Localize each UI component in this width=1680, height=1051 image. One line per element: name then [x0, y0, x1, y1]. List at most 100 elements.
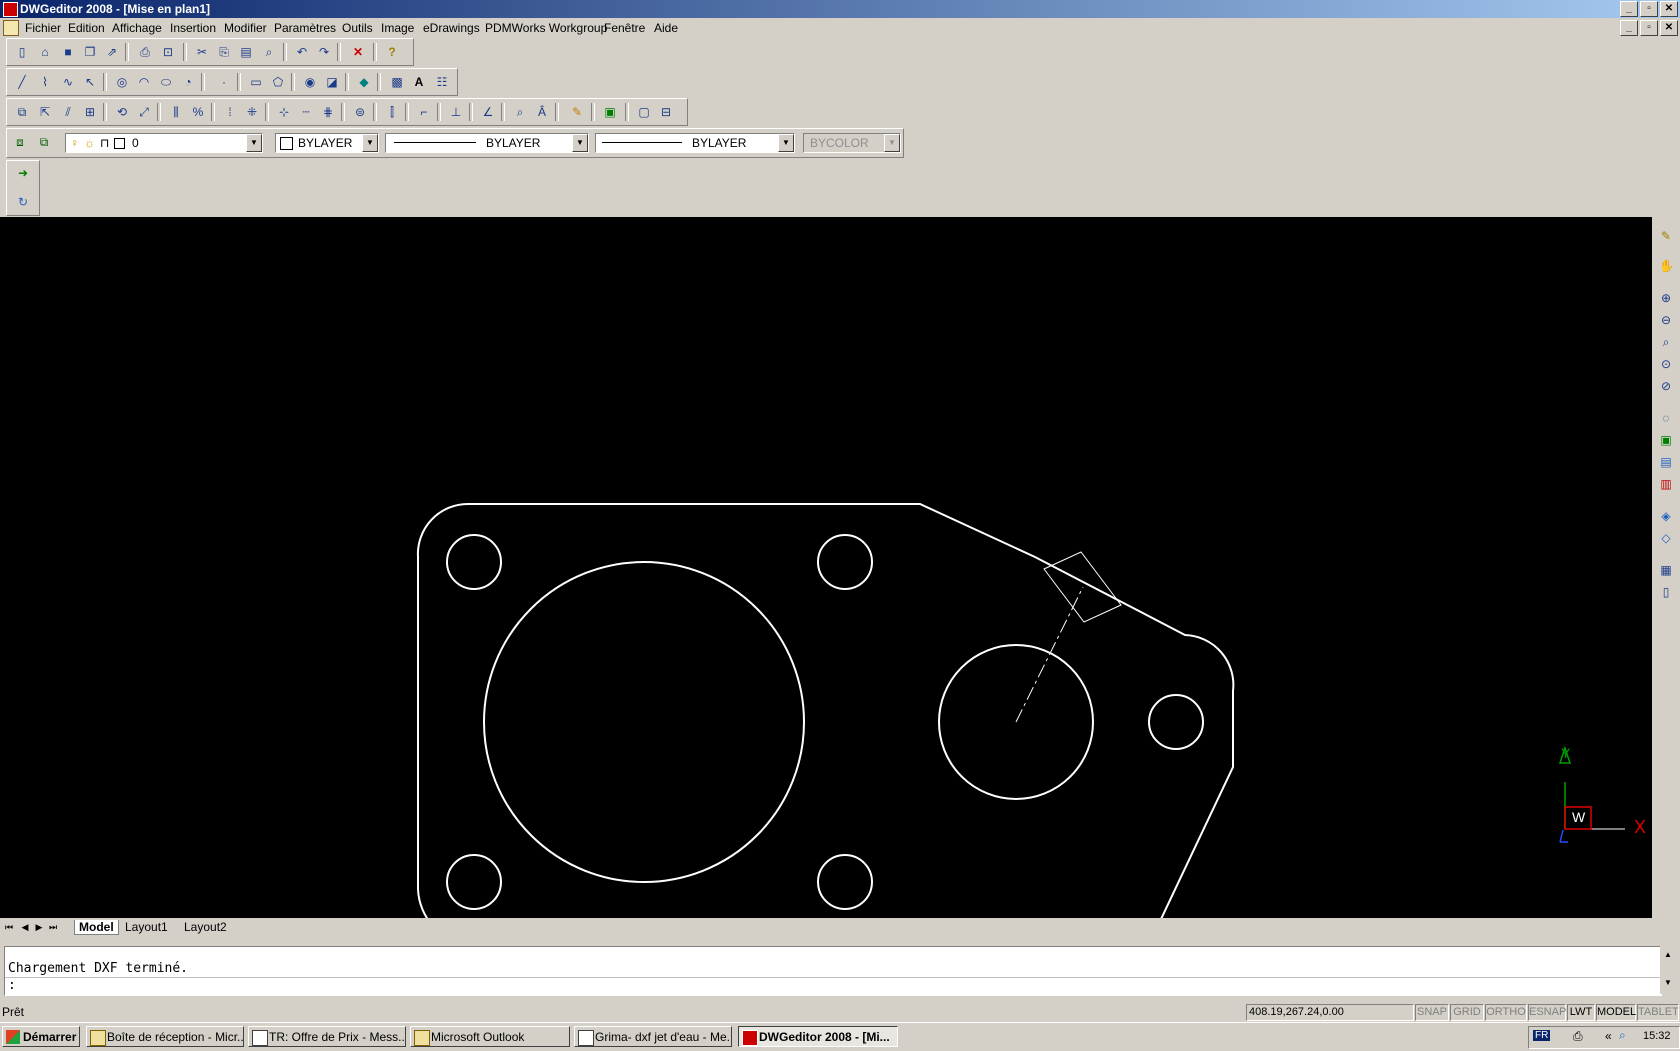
model-toggle[interactable]: MODEL — [1596, 1004, 1636, 1021]
delete-icon[interactable]: ✕ — [351, 45, 365, 59]
menu-edition[interactable]: Edition — [68, 21, 105, 35]
offset-icon[interactable]: ⫽ — [61, 105, 75, 119]
redo-icon[interactable]: ↷ — [317, 45, 331, 59]
table-view-icon[interactable]: ▦ — [1659, 563, 1673, 577]
tab-layout2[interactable]: Layout2 — [184, 920, 227, 934]
copy-icon[interactable]: ⎘ — [217, 45, 231, 59]
refresh-icon[interactable]: ↻ — [16, 195, 30, 209]
tab-model[interactable]: Model — [74, 920, 119, 935]
image-icon[interactable]: ▣ — [603, 105, 617, 119]
explode-icon[interactable]: ⊜ — [353, 105, 367, 119]
chevron-down-icon[interactable]: ▼ — [572, 134, 588, 152]
close-button[interactable]: ✕ — [1660, 1, 1678, 17]
fillet-icon[interactable]: ⌐ — [417, 105, 431, 119]
align-icon[interactable]: ⫿ — [385, 105, 399, 119]
view-side-icon[interactable]: ▥ — [1659, 477, 1673, 491]
view-front-icon[interactable]: ▣ — [1659, 433, 1673, 447]
match-properties-icon[interactable]: ⌕ — [262, 45, 276, 59]
arc-icon[interactable]: ◠ — [137, 75, 151, 89]
menu-outils[interactable]: Outils — [342, 21, 373, 35]
pencil-icon[interactable]: ✎ — [570, 105, 584, 119]
doc-minimize-button[interactable]: _ — [1620, 20, 1638, 36]
break-icon[interactable]: ⋕ — [321, 105, 335, 119]
scroll-up-icon[interactable]: ▲ — [1661, 948, 1675, 962]
language-indicator[interactable]: FR — [1533, 1030, 1551, 1041]
task-outlook[interactable]: Microsoft Outlook — [410, 1026, 570, 1047]
drawing-canvas[interactable]: Y X W — [0, 217, 1652, 1050]
pin-icon[interactable]: ➜ — [16, 166, 30, 180]
polyline-icon[interactable]: ⌇ — [38, 75, 52, 89]
ellipse-arc-icon[interactable]: ◔ — [181, 75, 195, 89]
menu-fichier[interactable]: Fichier — [25, 21, 61, 35]
chevron-down-icon[interactable]: ▼ — [362, 134, 378, 152]
doc-close-button[interactable]: ✕ — [1660, 20, 1678, 36]
grid-array-icon[interactable]: ⁞ — [223, 105, 237, 119]
ellipse-icon[interactable]: ⬭ — [159, 75, 173, 89]
donut-icon[interactable]: ◉ — [303, 75, 317, 89]
maximize-button[interactable]: ▫ — [1640, 1, 1658, 17]
task-message-grima[interactable]: Grima- dxf jet d'eau - Me... — [574, 1026, 732, 1047]
chevron-down-icon[interactable]: ▼ — [246, 134, 262, 152]
tab-layout1[interactable]: Layout1 — [125, 920, 168, 934]
tablet-toggle[interactable]: TABLET — [1637, 1004, 1679, 1021]
task-message-offre[interactable]: TR: Offre de Prix - Mess... — [248, 1026, 406, 1047]
polygon-icon[interactable]: ⬠ — [271, 75, 285, 89]
linetype-select[interactable]: BYLAYER ▼ — [385, 133, 589, 153]
document-icon[interactable] — [3, 20, 19, 36]
inquiry-icon[interactable]: ⌕ — [513, 105, 527, 119]
command-prompt[interactable]: : — [8, 978, 16, 993]
color-select[interactable]: BYLAYER ▼ — [275, 133, 379, 153]
search-tray-icon[interactable]: ⌕ — [1619, 1028, 1626, 1043]
orbit-icon[interactable]: ◌ — [1659, 411, 1673, 425]
stretch-icon[interactable]: % — [191, 105, 205, 119]
trim-icon[interactable]: ⊹ — [277, 105, 291, 119]
rotate-icon[interactable]: ⟲ — [115, 105, 129, 119]
next-tab-icon[interactable]: ▶ — [32, 920, 46, 934]
chevron-down-icon[interactable]: ▼ — [778, 134, 794, 152]
table-icon[interactable]: ☷ — [435, 75, 449, 89]
scale-icon[interactable]: ⤢ — [137, 105, 151, 119]
chevron-left-icon[interactable]: « — [1605, 1029, 1612, 1043]
layer-previous-icon[interactable]: ⧉ — [37, 135, 51, 149]
start-button[interactable]: Démarrer — [2, 1026, 80, 1047]
mirror-icon[interactable]: ⫼ — [169, 105, 183, 119]
array-icon[interactable]: ⊞ — [83, 105, 97, 119]
task-dwgeditor[interactable]: DWGeditor 2008 - [Mi... — [738, 1026, 898, 1047]
grid-toggle[interactable]: GRID — [1450, 1004, 1484, 1021]
task-inbox[interactable]: Boîte de réception - Micr... — [86, 1026, 244, 1047]
layer-select[interactable]: ♀ ☼ ⊓ 0 ▼ — [65, 133, 263, 153]
snap-toggle[interactable]: SNAP — [1415, 1004, 1449, 1021]
copy-entity-icon[interactable]: ⧉ — [15, 105, 29, 119]
spline-icon[interactable]: ∿ — [61, 75, 75, 89]
menu-insertion[interactable]: Insertion — [170, 21, 216, 35]
printer-icon[interactable]: ⎙ — [1573, 1029, 1583, 1044]
zoom-window-icon[interactable]: ⌕ — [1659, 335, 1673, 349]
zoom-extents-icon[interactable]: ⊙ — [1659, 357, 1673, 371]
view-top-icon[interactable]: ▤ — [1659, 455, 1673, 469]
line-icon[interactable]: ╱ — [15, 75, 29, 89]
lwt-toggle[interactable]: LWT — [1567, 1004, 1595, 1021]
esnap-toggle[interactable]: ESNAP — [1528, 1004, 1566, 1021]
angular-dim-icon[interactable]: ∠ — [481, 105, 495, 119]
zoom-previous-icon[interactable]: ⊘ — [1659, 379, 1673, 393]
zoom-out-icon[interactable]: ⊖ — [1659, 313, 1673, 327]
minimize-button[interactable]: _ — [1620, 1, 1638, 17]
extend-icon[interactable]: ┄ — [299, 105, 313, 119]
pan-pencil-icon[interactable]: ✎ — [1659, 229, 1673, 243]
text-icon[interactable]: A — [412, 75, 426, 89]
layout-icon[interactable]: ⊟ — [659, 105, 673, 119]
menu-aide[interactable]: Aide — [654, 21, 678, 35]
print-icon[interactable]: ⎙ — [138, 45, 152, 59]
pattern-icon[interactable]: ⁜ — [245, 105, 259, 119]
rectangle-icon[interactable]: ▭ — [249, 75, 263, 89]
export-icon[interactable]: ⇗ — [105, 45, 119, 59]
undo-icon[interactable]: ↶ — [295, 45, 309, 59]
menu-fenetre[interactable]: Fenêtre — [604, 21, 645, 35]
last-tab-icon[interactable]: ⏭ — [46, 920, 60, 934]
zoom-in-icon[interactable]: ⊕ — [1659, 291, 1673, 305]
properties-view-icon[interactable]: ▯ — [1659, 585, 1673, 599]
point-icon[interactable]: · — [217, 75, 231, 89]
prev-tab-icon[interactable]: ◀ — [18, 920, 32, 934]
open-icon[interactable]: ⌂ — [38, 45, 52, 59]
layer-manager-icon[interactable]: ⧈ — [13, 135, 27, 149]
